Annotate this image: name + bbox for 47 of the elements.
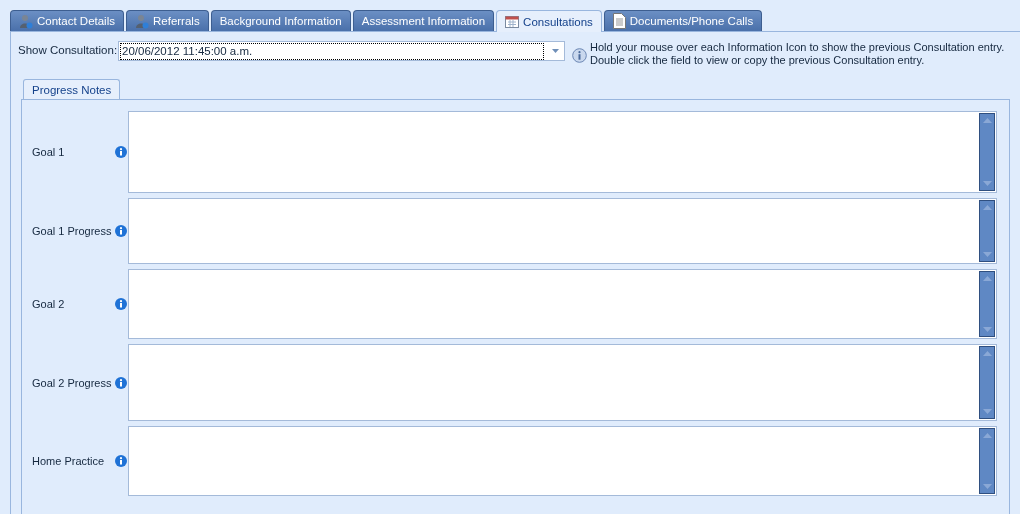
info-icon[interactable]	[115, 298, 127, 310]
person-icon	[135, 13, 149, 29]
tab[interactable]: Background Information	[210, 10, 351, 31]
person-icon	[19, 13, 33, 29]
field-label: Goal 2 Progress	[32, 376, 113, 389]
text-area[interactable]	[128, 344, 997, 421]
field-label: Goal 2	[32, 298, 66, 310]
field-label: Goal 1	[32, 146, 66, 158]
scroll-down-icon[interactable]	[982, 252, 992, 257]
info-icon[interactable]	[115, 225, 127, 237]
tab[interactable]: Progress Notes	[23, 79, 121, 99]
scrollbar[interactable]	[979, 113, 995, 191]
scrollbar[interactable]	[979, 200, 995, 262]
info-icon[interactable]	[115, 146, 127, 158]
scroll-down-icon[interactable]	[982, 484, 992, 489]
info-icon	[572, 48, 587, 63]
tab[interactable]: Consultations	[496, 10, 602, 32]
hint-text: Hold your mouse over each Information Icon to show the previous Consultation entry.	[590, 41, 1005, 54]
tab[interactable]: Contact Details	[10, 10, 124, 31]
scroll-down-icon[interactable]	[982, 327, 992, 332]
text-area[interactable]	[128, 111, 997, 193]
scroll-up-icon[interactable]	[982, 205, 992, 210]
field-label: Goal 1 Progress	[32, 225, 113, 237]
scroll-up-icon[interactable]	[982, 276, 992, 281]
text-area[interactable]	[128, 426, 997, 496]
show-consultation-label: Show Consultation:	[18, 44, 118, 56]
scrollbar[interactable]	[979, 346, 995, 419]
scroll-down-icon[interactable]	[982, 409, 992, 414]
consultation-dropdown[interactable]: 20/06/2012 11:45:00 a.m.	[118, 41, 565, 61]
scrollbar[interactable]	[979, 428, 995, 494]
hint-text: Double click the field to view or copy the previous Consultation entry.	[590, 54, 926, 67]
scroll-down-icon[interactable]	[982, 181, 992, 186]
scroll-up-icon[interactable]	[982, 351, 992, 356]
scroll-up-icon[interactable]	[982, 118, 992, 123]
field-label: Home Practice	[32, 455, 106, 467]
info-icon[interactable]	[115, 455, 127, 467]
scroll-up-icon[interactable]	[982, 433, 992, 438]
scrollbar[interactable]	[979, 271, 995, 337]
calendar-icon	[505, 15, 520, 28]
tab[interactable]: Documents/Phone Calls	[603, 10, 763, 31]
document-icon	[612, 13, 626, 29]
tab[interactable]: Referrals	[126, 10, 209, 31]
text-area[interactable]	[128, 198, 997, 264]
caret-icon	[552, 49, 559, 53]
info-icon[interactable]	[115, 376, 127, 389]
tab[interactable]: Assessment Information	[352, 10, 495, 31]
text-area[interactable]	[128, 269, 997, 339]
